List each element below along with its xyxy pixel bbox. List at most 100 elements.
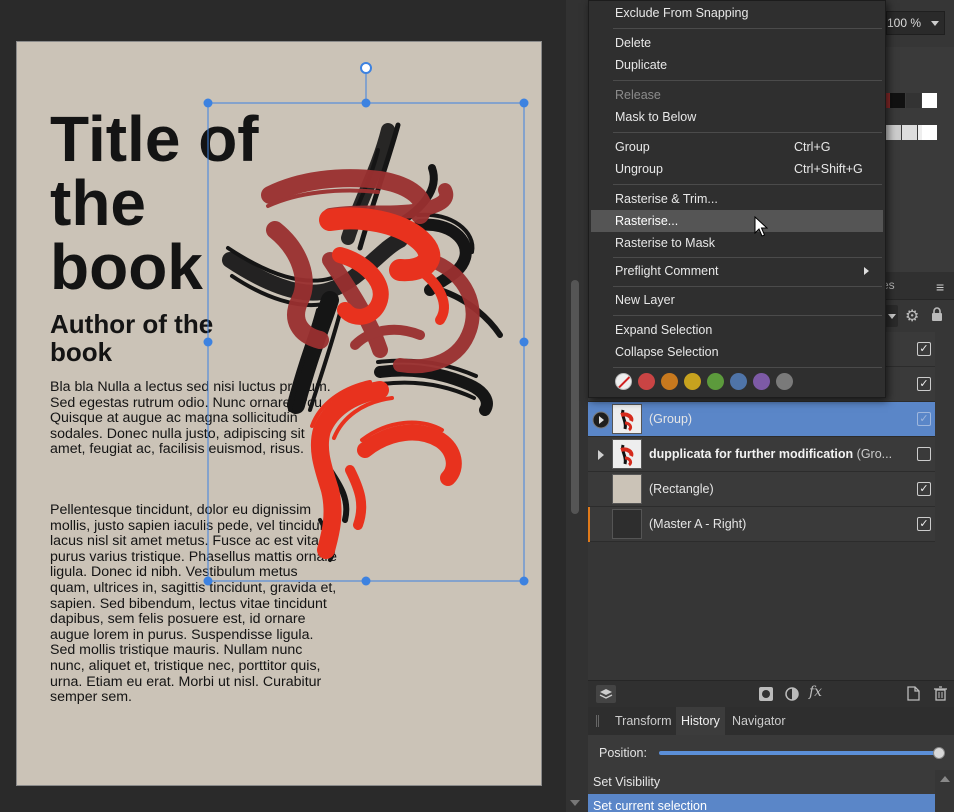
menu-item-label: Group — [615, 140, 650, 154]
history-item-current[interactable]: Set current selection — [588, 794, 935, 812]
handle-top-right — [519, 98, 529, 108]
menu-item-new-layer[interactable]: New Layer — [591, 289, 883, 311]
menu-separator — [613, 184, 882, 185]
swatch-dark-gray[interactable] — [906, 93, 921, 108]
layer-visibility-checkbox[interactable]: ✓ — [917, 377, 931, 391]
layers-bottom-toolbar: fx — [588, 680, 954, 707]
menu-separator — [613, 28, 882, 29]
layers-stack-icon[interactable] — [596, 685, 616, 703]
position-slider-track[interactable] — [659, 751, 939, 755]
brush-artwork[interactable] — [0, 0, 566, 812]
tag-color-orange[interactable] — [661, 373, 678, 390]
trash-icon[interactable] — [934, 686, 947, 701]
layer-visibility-checkbox[interactable]: ✓ — [917, 517, 931, 531]
position-label: Position: — [599, 746, 647, 760]
chevron-down-icon — [931, 21, 939, 26]
tag-color-purple[interactable] — [753, 373, 770, 390]
swatch-lighter[interactable] — [902, 125, 917, 140]
menu-item-exclude-snapping[interactable]: Exclude From Snapping — [591, 2, 883, 24]
canvas-area[interactable]: Title of the book Author of the book Bla… — [0, 0, 566, 812]
menu-item-collapse-selection[interactable]: Collapse Selection — [591, 341, 883, 363]
swatch-silver[interactable] — [886, 125, 901, 140]
layer-visibility-checkbox[interactable]: ✓ — [917, 482, 931, 496]
fx-icon[interactable]: fx — [809, 684, 822, 700]
new-document-icon[interactable] — [907, 686, 920, 701]
tag-color-gray[interactable] — [776, 373, 793, 390]
tag-color-green[interactable] — [707, 373, 724, 390]
layer-name[interactable]: (Group) — [649, 412, 692, 426]
menu-item-delete[interactable]: Delete — [591, 32, 883, 54]
swatch-black[interactable] — [890, 93, 905, 108]
mask-layer-icon[interactable] — [759, 687, 773, 701]
layer-row-master[interactable]: (Master A - Right) ✓ — [588, 507, 935, 542]
menu-item-release: Release — [615, 88, 661, 102]
swatch-white[interactable] — [922, 93, 937, 108]
master-indicator — [588, 507, 590, 542]
position-slider-knob[interactable] — [933, 747, 945, 759]
layer-visibility-checkbox[interactable]: ✓ — [917, 412, 931, 426]
layer-name-main: dupplicata for further modification — [649, 447, 854, 461]
mouse-cursor-icon — [754, 216, 768, 237]
layer-visibility-checkbox[interactable] — [917, 447, 931, 461]
layer-name[interactable]: (Master A - Right) — [649, 517, 746, 531]
menu-item-duplicate[interactable]: Duplicate — [591, 54, 883, 76]
zoom-level-dropdown[interactable]: 100 % — [886, 11, 945, 35]
menu-item-rasterise[interactable]: Rasterise... — [591, 210, 883, 232]
expand-circle-icon[interactable] — [592, 411, 610, 429]
menu-item-label: Preflight Comment — [615, 264, 719, 278]
panel-grip-icon[interactable] — [596, 715, 599, 727]
menu-item-expand-selection[interactable]: Expand Selection — [591, 319, 883, 341]
layer-name[interactable]: (Rectangle) — [649, 482, 714, 496]
shortcut-label: Ctrl+Shift+G — [794, 162, 863, 176]
panel-menu-icon[interactable]: ≡ — [936, 279, 944, 295]
handle-top-left — [203, 98, 213, 108]
layer-name-suffix: (Gro... — [856, 447, 893, 461]
history-item[interactable]: Set Visibility — [588, 770, 935, 794]
zoom-value: 100 % — [887, 16, 922, 30]
tag-color-yellow[interactable] — [684, 373, 701, 390]
layer-visibility-checkbox[interactable]: ✓ — [917, 342, 931, 356]
layers-scrollbar[interactable] — [935, 332, 954, 680]
menu-item-rasterise-trim[interactable]: Rasterise & Trim... — [591, 188, 883, 210]
menu-separator — [613, 367, 882, 368]
scroll-down-arrow-icon[interactable] — [570, 800, 580, 806]
scroll-up-arrow-icon[interactable] — [940, 776, 950, 782]
menu-separator — [613, 132, 882, 133]
tag-color-blue[interactable] — [730, 373, 747, 390]
menu-separator — [613, 80, 882, 81]
tab-history[interactable]: History — [676, 707, 725, 735]
layer-row-duplicate[interactable]: dupplicata for further modification (Gro… — [588, 437, 935, 472]
tag-color-red[interactable] — [638, 373, 655, 390]
gear-icon[interactable]: ⚙ — [905, 306, 919, 326]
handle-bottom-left — [203, 576, 213, 586]
canvas-vertical-scrollbar[interactable] — [566, 0, 588, 812]
swatch-white-2[interactable] — [922, 125, 937, 140]
history-panel-tabs: Transform History Navigator — [588, 707, 954, 735]
history-position-row: Position: — [588, 735, 954, 770]
menu-item-mask-to-below[interactable]: Mask to Below — [591, 106, 883, 128]
layer-thumbnail — [612, 439, 642, 469]
layer-row-rectangle[interactable]: (Rectangle) ✓ — [588, 472, 935, 507]
menu-item-rasterise-to-mask[interactable]: Rasterise to Mask — [591, 232, 883, 254]
layer-row-group[interactable]: (Group) ✓ — [588, 402, 935, 437]
layers-empty-area[interactable] — [588, 542, 935, 680]
menu-separator — [613, 315, 882, 316]
lock-icon[interactable] — [931, 307, 943, 321]
chevron-down-icon — [888, 314, 896, 319]
menu-item-ungroup[interactable]: Ungroup Ctrl+Shift+G — [591, 158, 883, 180]
context-menu: Exclude From Snapping Delete Duplicate R… — [588, 0, 886, 398]
expand-arrow-icon[interactable] — [592, 446, 610, 464]
menu-separator — [613, 286, 882, 287]
tab-navigator[interactable]: Navigator — [727, 707, 791, 735]
handle-top-center — [361, 98, 371, 108]
menu-item-group[interactable]: Group Ctrl+G — [591, 136, 883, 158]
tab-transform[interactable]: Transform — [610, 707, 677, 735]
canvas-scroll-thumb[interactable] — [571, 280, 579, 514]
menu-item-preflight-comment[interactable]: Preflight Comment — [591, 260, 883, 282]
handle-middle-right — [519, 337, 529, 347]
adjustment-layer-icon[interactable] — [785, 687, 799, 701]
submenu-arrow-icon — [864, 267, 869, 275]
handle-middle-left — [203, 337, 213, 347]
layer-name[interactable]: dupplicata for further modification (Gro… — [649, 447, 892, 461]
tag-none-icon[interactable] — [615, 373, 632, 390]
